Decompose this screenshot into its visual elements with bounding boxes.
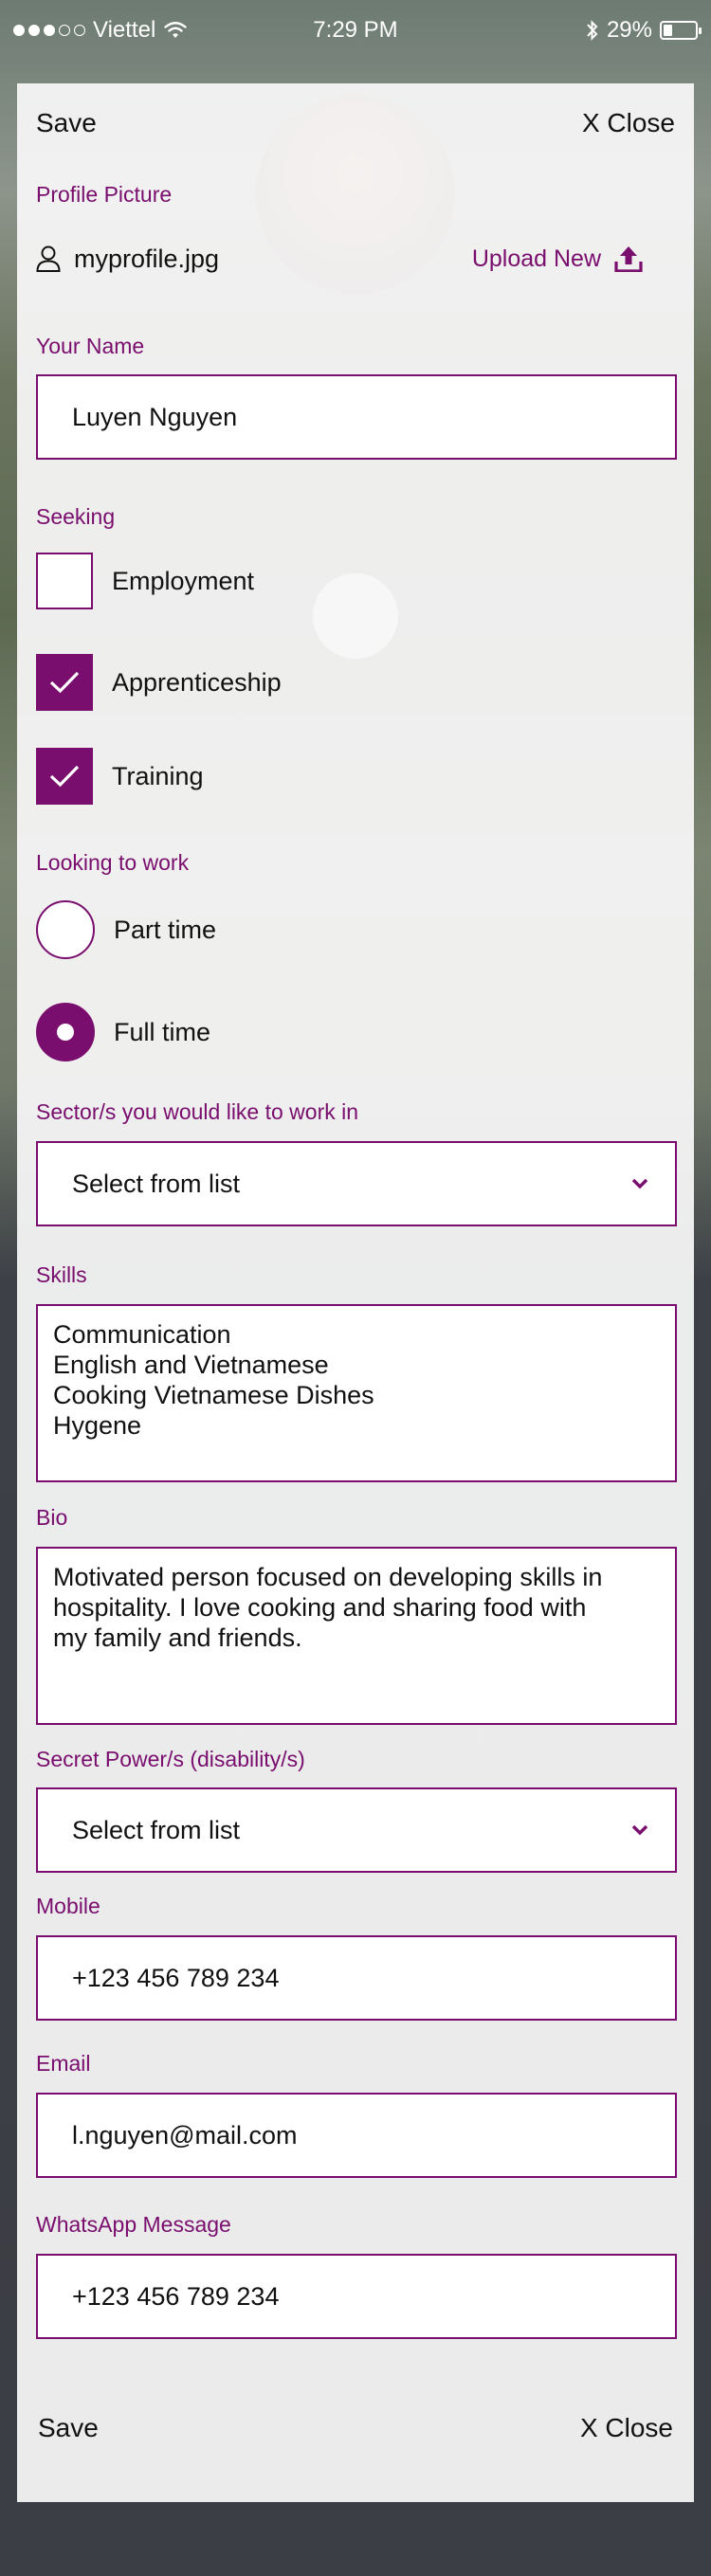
status-right: 29% xyxy=(586,17,702,44)
check-icon xyxy=(49,765,80,788)
battery-icon xyxy=(660,21,702,40)
profile-picture-filename: myprofile.jpg xyxy=(74,244,220,273)
whatsapp-label: WhatsApp Message xyxy=(36,2212,231,2237)
bio-label: Bio xyxy=(36,1505,68,1530)
email-label: Email xyxy=(36,2051,91,2076)
skills-line: Hygene xyxy=(53,1411,142,1440)
bottom-action-bar: Save X Close xyxy=(17,2402,694,2455)
profile-picture-row: myprofile.jpg Upload New xyxy=(36,235,643,282)
looking-to-work-label: Looking to work xyxy=(36,850,190,875)
seeking-label: Seeking xyxy=(36,504,116,529)
whatsapp-input[interactable]: +123 456 789 234 xyxy=(36,2254,677,2339)
save-button[interactable]: Save xyxy=(36,108,97,138)
battery-percent: 29% xyxy=(606,17,652,43)
employment-label: Employment xyxy=(112,566,255,595)
apprenticeship-checkbox-box xyxy=(36,654,93,711)
user-icon xyxy=(36,245,61,272)
skills-line: English and Vietnamese xyxy=(53,1351,329,1379)
skills-line: Communication xyxy=(53,1320,231,1349)
wifi-icon xyxy=(164,22,187,38)
edit-profile-modal: Save X Close Profile Picture myprofile.j… xyxy=(17,83,694,2502)
sector-select-value: Select from list xyxy=(72,1169,241,1198)
secret-power-select[interactable]: Select from list xyxy=(36,1787,677,1873)
close-button[interactable]: X Close xyxy=(580,2413,673,2443)
mobile-label: Mobile xyxy=(36,1894,100,1918)
upload-icon xyxy=(614,246,643,272)
signal-icon xyxy=(13,25,85,36)
bio-line: my family and friends. xyxy=(53,1624,302,1652)
skills-line: Cooking Vietnamese Dishes xyxy=(53,1381,374,1409)
employment-checkbox-box xyxy=(36,553,93,609)
bio-line: hospitality. I love cooking and sharing … xyxy=(53,1593,587,1622)
part-time-radio[interactable]: Part time xyxy=(36,900,216,959)
bluetooth-icon xyxy=(587,20,598,41)
radio-selected-dot xyxy=(57,1024,74,1041)
skills-label: Skills xyxy=(36,1262,87,1287)
full-time-radio[interactable]: Full time xyxy=(36,1003,210,1061)
seeking-employment-checkbox[interactable]: Employment xyxy=(36,552,254,610)
full-time-label: Full time xyxy=(114,1017,211,1046)
profile-picture-file: myprofile.jpg xyxy=(36,245,219,274)
secret-power-label: Secret Power/s (disability/s) xyxy=(36,1747,305,1771)
training-checkbox-box xyxy=(36,748,93,805)
part-time-radio-circle xyxy=(36,900,95,959)
bio-line: Motivated person focused on developing s… xyxy=(53,1563,603,1591)
top-action-bar: Save X Close xyxy=(17,100,694,146)
apprenticeship-label: Apprenticeship xyxy=(112,667,282,697)
skills-textarea[interactable]: Communication English and Vietnamese Coo… xyxy=(36,1304,677,1482)
save-button[interactable]: Save xyxy=(38,2413,99,2443)
upload-new-label: Upload New xyxy=(471,245,601,272)
part-time-label: Part time xyxy=(114,915,217,944)
check-icon xyxy=(49,671,80,694)
name-input[interactable]: Luyen Nguyen xyxy=(36,374,677,460)
bio-textarea[interactable]: Motivated person focused on developing s… xyxy=(36,1547,677,1725)
your-name-label: Your Name xyxy=(36,334,145,358)
email-input[interactable]: l.nguyen@mail.com xyxy=(36,2093,677,2178)
status-bar: Viettel 7:29 PM 29% xyxy=(0,0,711,61)
sector-select[interactable]: Select from list xyxy=(36,1141,677,1226)
sector-label: Sector/s you would like to work in xyxy=(36,1099,359,1124)
status-left: Viettel xyxy=(13,17,188,44)
close-button[interactable]: X Close xyxy=(582,108,675,138)
profile-picture-label: Profile Picture xyxy=(36,182,173,207)
chevron-down-icon xyxy=(631,1824,648,1836)
upload-new-button[interactable]: Upload New xyxy=(472,245,643,273)
battery-level xyxy=(664,25,673,36)
mobile-input[interactable]: +123 456 789 234 xyxy=(36,1935,677,2021)
seeking-training-checkbox[interactable]: Training xyxy=(36,747,204,806)
training-label: Training xyxy=(112,761,204,790)
chevron-down-icon xyxy=(631,1178,648,1189)
full-time-radio-circle xyxy=(36,1003,95,1061)
secret-power-select-value: Select from list xyxy=(72,1815,241,1844)
seeking-apprenticeship-checkbox[interactable]: Apprenticeship xyxy=(36,653,282,712)
carrier-name: Viettel xyxy=(93,17,156,43)
